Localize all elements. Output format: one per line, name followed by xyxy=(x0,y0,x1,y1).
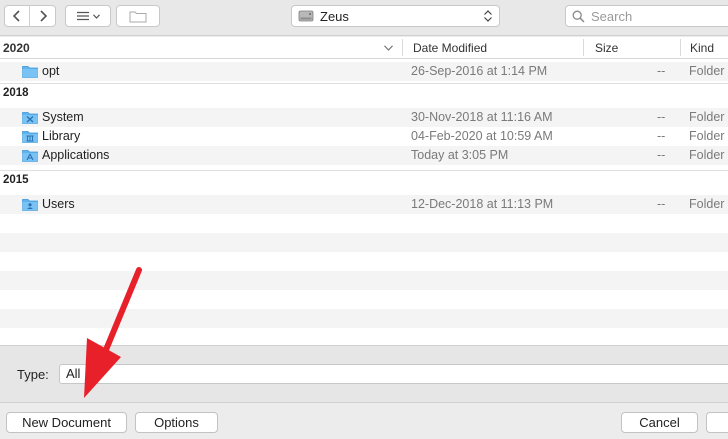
empty-row xyxy=(0,252,728,271)
file-date: Today at 3:05 PM xyxy=(411,148,509,162)
users-folder-icon xyxy=(22,199,38,211)
chevron-down-icon xyxy=(93,13,100,19)
search-field[interactable]: Search xyxy=(565,5,728,27)
file-kind: Folder xyxy=(689,129,725,143)
list-item[interactable]: Applications Today at 3:05 PM -- Folder xyxy=(0,146,728,165)
chevron-left-icon xyxy=(12,10,20,22)
file-date: 30-Nov-2018 at 11:16 AM xyxy=(411,110,553,124)
toolbar: Zeus Search xyxy=(0,0,728,36)
button-bar: New Document Options Cancel xyxy=(0,402,728,439)
file-name: System xyxy=(42,110,84,124)
file-kind: Folder xyxy=(689,64,725,78)
location-dropdown[interactable]: Zeus xyxy=(291,5,500,27)
list-item[interactable]: Users 12-Dec-2018 at 11:13 PM -- Folder xyxy=(0,195,728,214)
file-date: 26-Sep-2016 at 1:14 PM xyxy=(411,64,548,78)
column-separator[interactable] xyxy=(680,39,681,56)
column-separator[interactable] xyxy=(402,39,403,56)
file-date: 04-Feb-2020 at 10:59 AM xyxy=(411,129,553,143)
sort-chevron-icon[interactable] xyxy=(384,45,393,51)
column-header-row: 2020 Date Modified Size Kind xyxy=(0,37,728,59)
name-column-header[interactable]: 2020 xyxy=(3,41,30,55)
file-date: 12-Dec-2018 at 11:13 PM xyxy=(411,197,554,211)
type-label: Type: xyxy=(17,367,49,382)
file-kind: Folder xyxy=(689,148,725,162)
file-size: -- xyxy=(657,129,666,143)
empty-row xyxy=(0,290,728,309)
search-placeholder: Search xyxy=(591,8,633,24)
new-document-button[interactable]: New Document xyxy=(6,412,127,433)
empty-row xyxy=(0,328,728,345)
navigation-buttons xyxy=(4,5,56,27)
group-header-2018: 2018 xyxy=(0,84,728,104)
kind-column-header[interactable]: Kind xyxy=(690,41,714,55)
file-list: opt 26-Sep-2016 at 1:14 PM -- Folder 201… xyxy=(0,59,728,345)
empty-row xyxy=(0,271,728,290)
new-folder-button[interactable] xyxy=(116,5,160,27)
file-size: -- xyxy=(657,148,666,162)
folder-icon xyxy=(22,66,38,78)
file-kind: Folder xyxy=(689,197,725,211)
location-label: Zeus xyxy=(320,8,349,24)
type-field[interactable]: All xyxy=(59,364,728,384)
column-separator[interactable] xyxy=(583,39,584,56)
back-button[interactable] xyxy=(5,6,30,26)
updown-arrows-icon xyxy=(481,10,495,22)
file-name: Users xyxy=(42,197,75,211)
file-size: -- xyxy=(657,64,666,78)
list-item[interactable]: opt 26-Sep-2016 at 1:14 PM -- Folder xyxy=(0,62,728,81)
file-type-bar: Type: All xyxy=(0,345,728,402)
file-name: Applications xyxy=(42,148,110,162)
chevron-right-icon xyxy=(39,10,47,22)
hard-drive-icon xyxy=(298,10,314,22)
new-folder-icon xyxy=(129,11,147,22)
group-label: 2018 xyxy=(3,87,29,99)
library-folder-icon xyxy=(22,131,38,143)
open-button[interactable] xyxy=(706,412,728,433)
list-item[interactable]: System 30-Nov-2018 at 11:16 AM -- Folder xyxy=(0,108,728,127)
cancel-button[interactable]: Cancel xyxy=(621,412,698,433)
group-label: 2015 xyxy=(3,174,29,186)
applications-folder-icon xyxy=(22,150,38,162)
list-view-icon xyxy=(77,11,89,21)
group-header-2015: 2015 xyxy=(0,171,728,191)
search-icon xyxy=(572,10,585,23)
file-size: -- xyxy=(657,110,666,124)
file-size: -- xyxy=(657,197,666,211)
view-options-button[interactable] xyxy=(65,5,111,27)
file-kind: Folder xyxy=(689,110,725,124)
file-name: Library xyxy=(42,129,81,143)
date-modified-column-header[interactable]: Date Modified xyxy=(413,41,487,55)
forward-button[interactable] xyxy=(30,6,55,26)
options-button[interactable]: Options xyxy=(135,412,218,433)
empty-row xyxy=(0,309,728,328)
list-item[interactable]: Library 04-Feb-2020 at 10:59 AM -- Folde… xyxy=(0,127,728,146)
system-folder-icon xyxy=(22,112,38,124)
size-column-header[interactable]: Size xyxy=(595,41,618,55)
empty-row xyxy=(0,233,728,252)
file-name: opt xyxy=(42,64,60,78)
empty-row xyxy=(0,214,728,233)
